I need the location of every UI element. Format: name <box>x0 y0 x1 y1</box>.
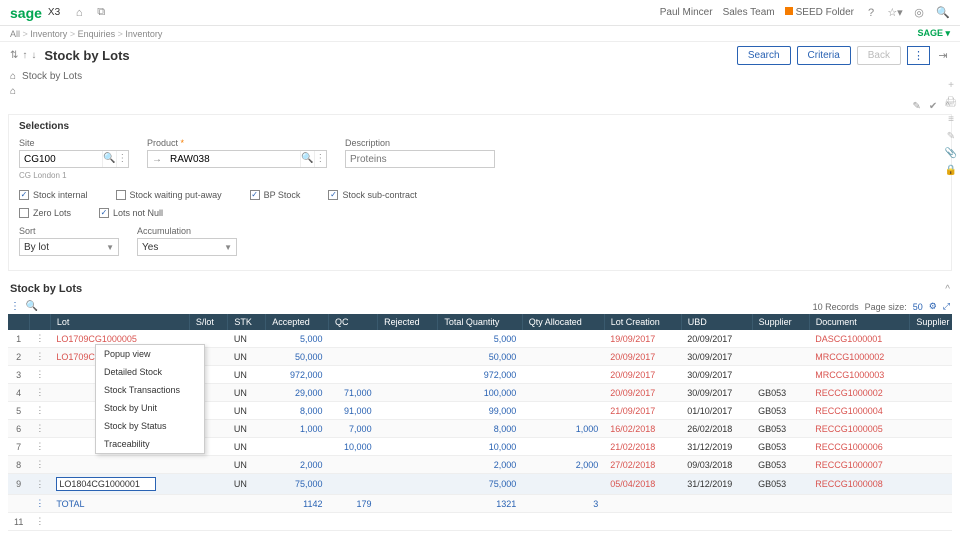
pagesize-value[interactable]: 50 <box>913 302 923 312</box>
row-menu-icon[interactable]: ⋮ <box>29 456 50 474</box>
rail-lock-icon[interactable]: 🔒 <box>945 165 957 176</box>
accumulation-label: Accumulation <box>137 226 237 236</box>
table-row[interactable]: 9⋮UN75,00075,00005/04/201831/12/2019GB05… <box>8 474 952 495</box>
pagesize-label: Page size: <box>865 302 907 312</box>
check-icon[interactable]: ✔ <box>929 101 937 112</box>
breadcrumb-links[interactable]: AllInventoryEnquiriesInventory <box>10 29 162 39</box>
empty-row: 11⋮ <box>8 513 952 531</box>
description-input[interactable] <box>346 151 494 167</box>
table-row[interactable]: 8⋮UN2,0002,0002,00027/02/201809/03/2018G… <box>8 456 952 474</box>
top-bar: sage X3 ⌂ ⧉ Paul Mincer Sales Team SEED … <box>0 0 960 26</box>
compass-icon[interactable]: ◎ <box>912 6 926 20</box>
chk-stock-internal[interactable]: ✓Stock internal <box>19 190 88 200</box>
product-input[interactable] <box>166 151 300 167</box>
page-title: Stock by Lots <box>44 48 129 63</box>
lot-link[interactable] <box>50 456 189 474</box>
panel-tools: ✎ ✔ ^ <box>0 99 960 114</box>
site-input[interactable] <box>20 151 102 167</box>
ctx-item[interactable]: Stock by Status <box>96 417 204 435</box>
rail-print-icon[interactable]: 🖨 <box>945 97 958 108</box>
help-icon[interactable]: ? <box>864 6 878 20</box>
breadcrumb: AllInventoryEnquiriesInventory SAGE ▾ <box>0 26 960 42</box>
row-menu-icon[interactable]: ⋮ <box>29 384 50 402</box>
rail-attach-icon[interactable]: 📎 <box>945 148 957 159</box>
grid-settings-icon[interactable]: ⚙ <box>929 301 937 312</box>
row-menu-icon[interactable]: ⋮ <box>29 330 50 348</box>
sort-select[interactable]: By lot▼ <box>19 238 119 256</box>
chk-bp-stock[interactable]: ✓BP Stock <box>250 190 301 200</box>
rail-list-icon[interactable]: ≡ <box>948 114 954 125</box>
back-button: Back <box>857 46 901 65</box>
total-row: ⋮TOTAL114217913213 <box>8 495 952 513</box>
sub-title: Stock by Lots <box>22 71 82 82</box>
rail-edit-icon[interactable]: ✎ <box>947 131 955 142</box>
collapse-grid-icon[interactable]: ^ <box>945 284 950 295</box>
ctx-item[interactable]: Stock Transactions <box>96 381 204 399</box>
sub-header2: ⌂ <box>0 84 960 99</box>
copy-icon[interactable]: ⧉ <box>94 6 108 20</box>
sort-label: Sort <box>19 226 119 236</box>
chk-lots-not-null[interactable]: ✓Lots not Null <box>99 208 163 218</box>
chk-stock-waiting[interactable]: Stock waiting put-away <box>116 190 222 200</box>
user-name[interactable]: Paul Mincer <box>660 7 713 18</box>
product-menu-icon[interactable]: ⋮ <box>314 151 326 167</box>
more-actions-button[interactable]: ⋮ <box>907 46 930 65</box>
selections-title: Selections <box>19 121 941 132</box>
sub-header: ⌂ Stock by Lots <box>0 69 960 84</box>
ctx-item[interactable]: Detailed Stock <box>96 363 204 381</box>
right-rail: + 🖨 ≡ ✎ 📎 🔒 <box>942 80 960 176</box>
title-bar: ⇅ ↑ ↓ Stock by Lots Search Criteria Back… <box>0 42 960 69</box>
home-small-icon[interactable]: ⌂ <box>10 71 16 82</box>
pencil-icon[interactable]: ✎ <box>913 101 921 112</box>
context-menu[interactable]: Popup viewDetailed StockStock Transactio… <box>95 344 205 454</box>
site-hint: CG London 1 <box>19 171 129 180</box>
accumulation-select[interactable]: Yes▼ <box>137 238 237 256</box>
ctx-item[interactable]: Popup view <box>96 345 204 363</box>
records-count: 10 Records <box>813 302 859 312</box>
product-label: Product <box>147 138 327 148</box>
selections-panel: Selections Site 🔍 ⋮ CG London 1 Product … <box>8 114 952 271</box>
rail-plus-icon[interactable]: + <box>948 80 954 91</box>
ctx-item[interactable]: Stock by Unit <box>96 399 204 417</box>
logo-sub: X3 <box>48 7 60 18</box>
exit-icon[interactable]: ⇥ <box>936 49 950 63</box>
site-input-wrap[interactable]: 🔍 ⋮ <box>19 150 129 168</box>
grid-menu-icon[interactable]: ⋮ <box>10 301 20 312</box>
sage-dropdown[interactable]: SAGE ▾ <box>917 28 950 39</box>
row-menu-icon[interactable]: ⋮ <box>29 402 50 420</box>
chk-stock-subcontract[interactable]: ✓Stock sub-contract <box>328 190 417 200</box>
row-menu-icon[interactable]: ⋮ <box>29 420 50 438</box>
home-icon[interactable]: ⌂ <box>72 6 86 20</box>
team-name[interactable]: Sales Team <box>723 7 775 18</box>
logo: sage <box>10 5 42 21</box>
ctx-item[interactable]: Traceability <box>96 435 204 453</box>
site-search-icon[interactable]: 🔍 <box>102 151 115 167</box>
product-search-icon[interactable]: 🔍 <box>300 151 313 167</box>
lot-edit-input[interactable] <box>56 477 156 491</box>
up-icon[interactable]: ↑ <box>22 50 27 61</box>
collapse-icon[interactable]: ⇅ <box>10 50 18 61</box>
home-small-icon2[interactable]: ⌂ <box>10 86 16 97</box>
row-menu-icon[interactable]: ⋮ <box>29 348 50 366</box>
site-label: Site <box>19 138 129 148</box>
grid-title: Stock by Lots <box>10 283 82 295</box>
grid-search-icon[interactable]: 🔍 <box>26 301 38 312</box>
folder-name[interactable]: SEED Folder <box>785 7 854 18</box>
description-label: Description <box>345 138 495 148</box>
search-button[interactable]: Search <box>737 46 791 65</box>
search-icon[interactable]: 🔍 <box>936 6 950 20</box>
favorite-icon[interactable]: ☆▾ <box>888 6 902 20</box>
row-menu-icon[interactable]: ⋮ <box>29 438 50 456</box>
description-input-wrap <box>345 150 495 168</box>
row-menu-icon[interactable]: ⋮ <box>29 366 50 384</box>
down-icon[interactable]: ↓ <box>31 50 36 61</box>
product-input-wrap[interactable]: 🔍 ⋮ <box>147 150 327 168</box>
row-menu-icon[interactable]: ⋮ <box>29 474 50 495</box>
grid-expand-icon[interactable]: ⤢ <box>943 301 950 312</box>
chk-zero-lots[interactable]: Zero Lots <box>19 208 71 218</box>
site-menu-icon[interactable]: ⋮ <box>116 151 128 167</box>
criteria-button[interactable]: Criteria <box>797 46 851 65</box>
